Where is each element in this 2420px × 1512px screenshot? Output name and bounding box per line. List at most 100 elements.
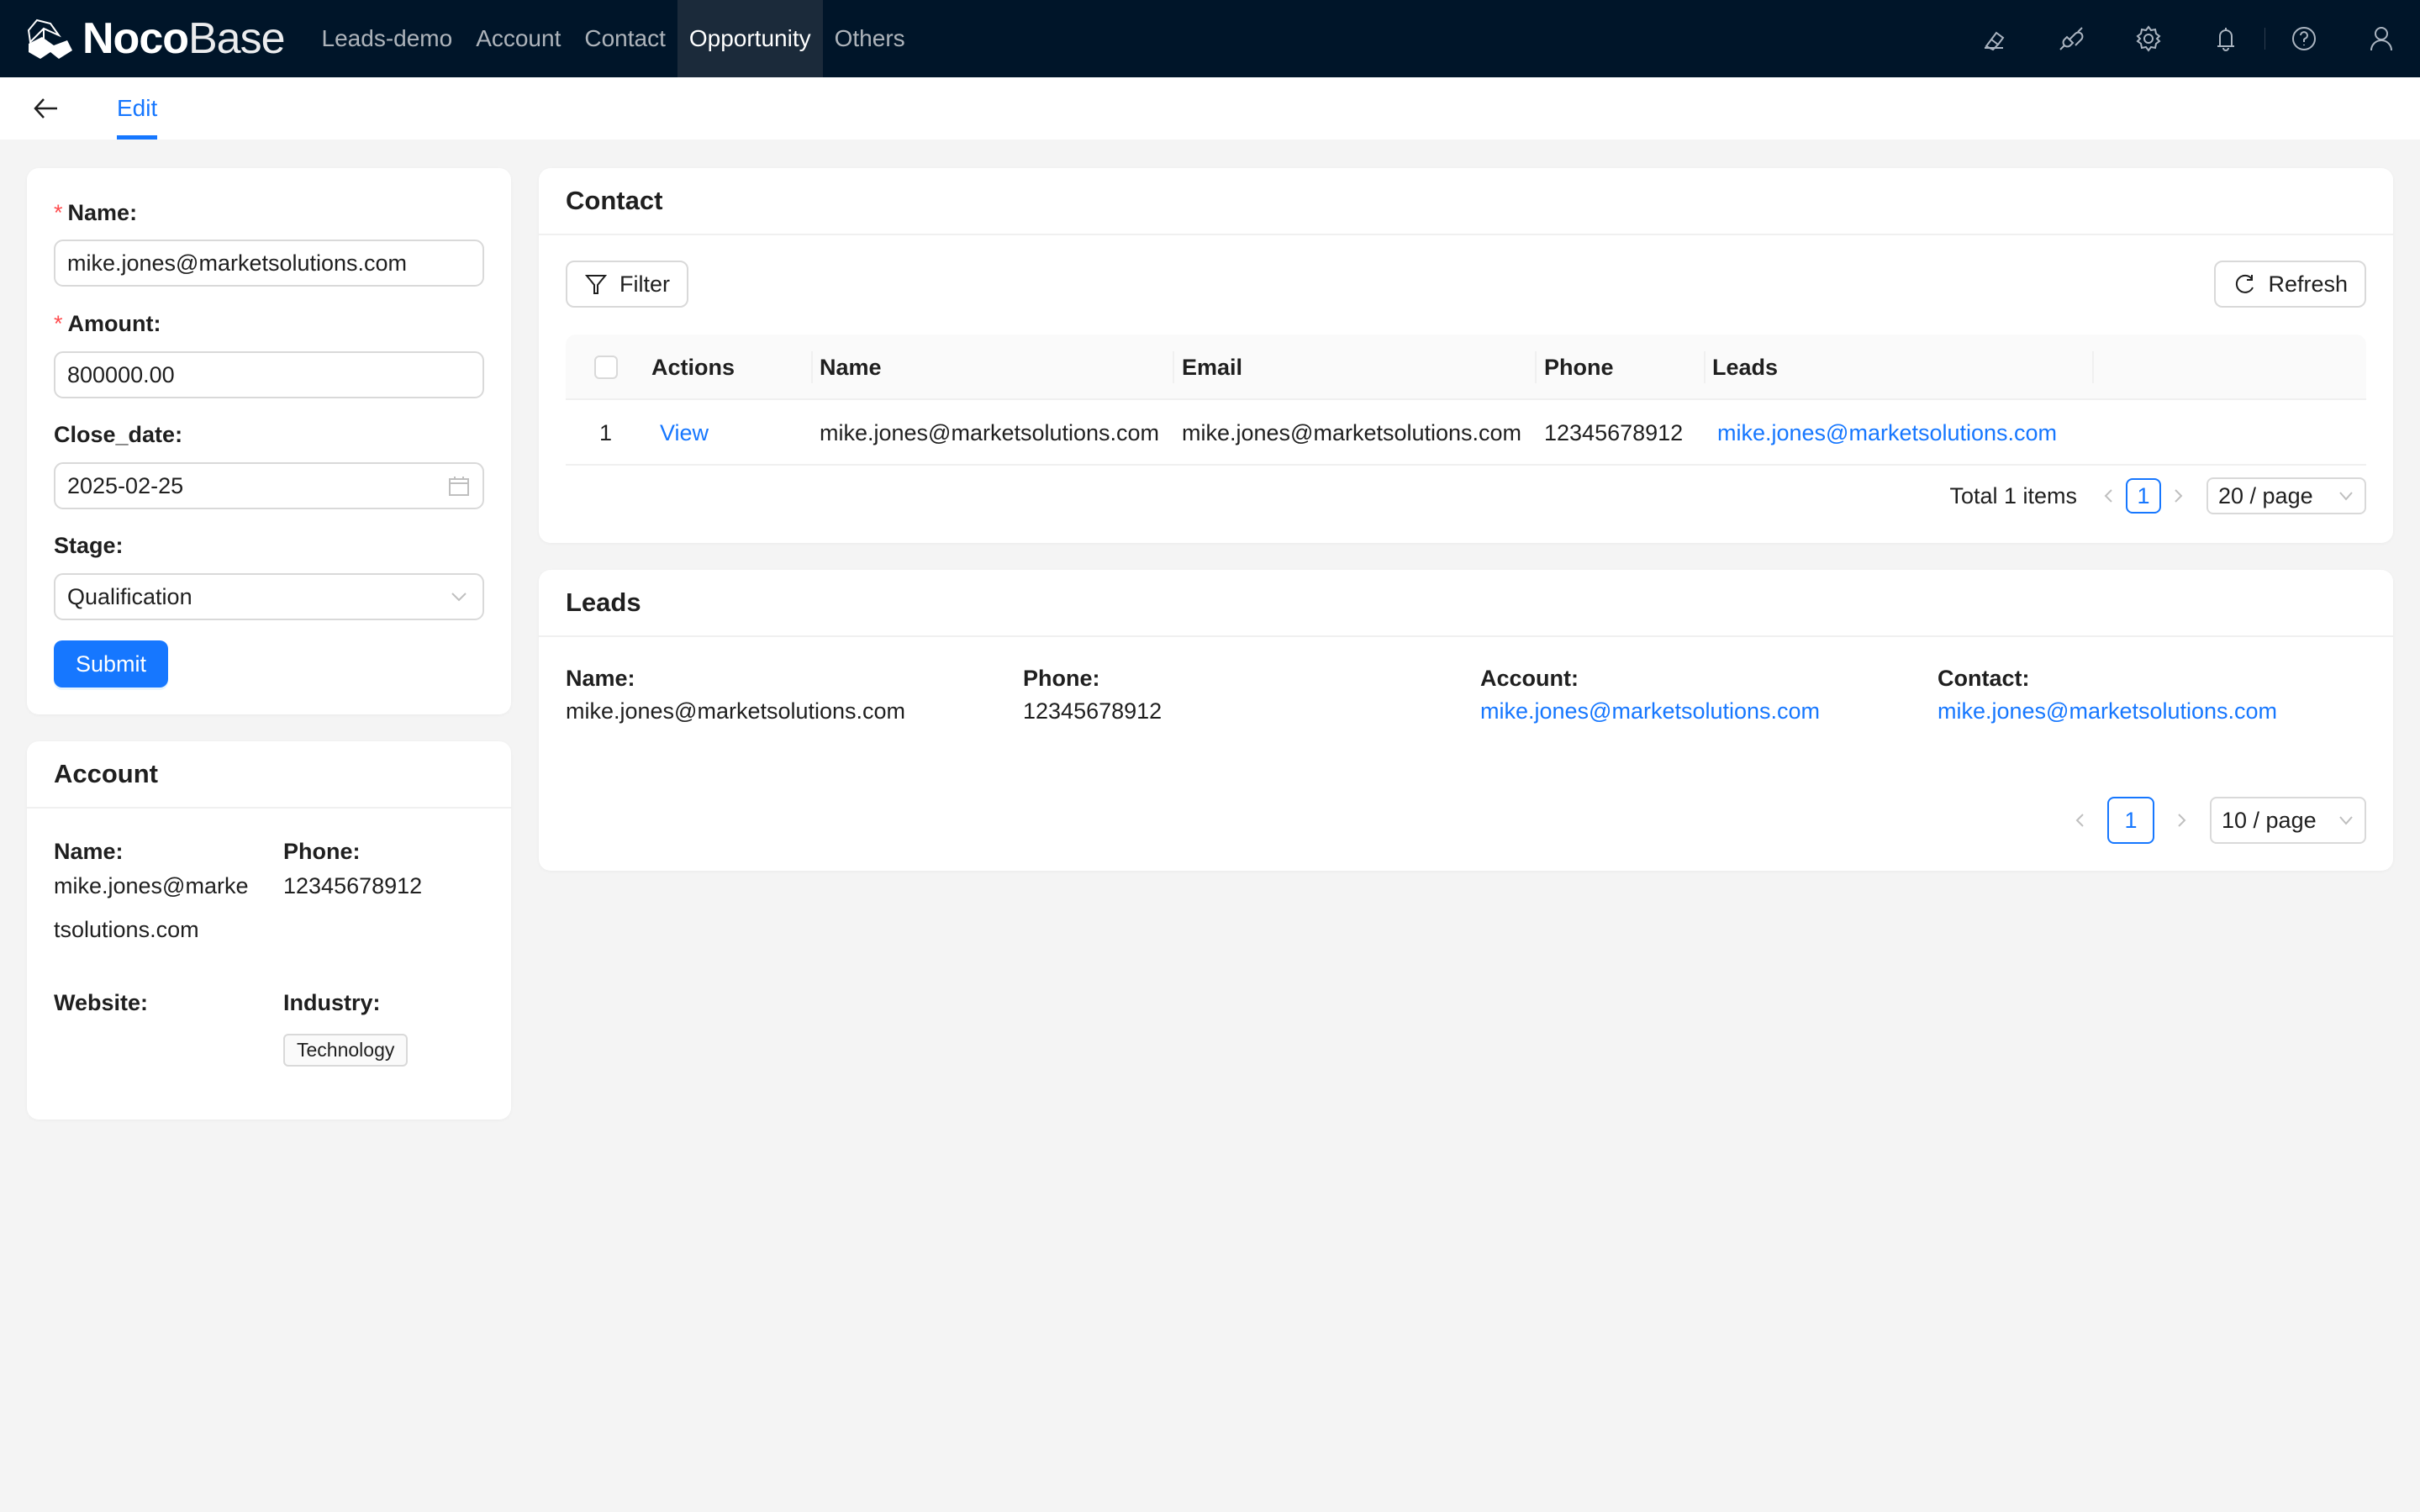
leads-name-label: Name: bbox=[566, 666, 635, 691]
chevron-right-icon bbox=[2178, 814, 2186, 827]
stage-label: Stage: bbox=[54, 533, 124, 558]
menu-item-account[interactable]: Account bbox=[464, 0, 572, 77]
user-button[interactable] bbox=[2343, 0, 2420, 77]
plugin-icon bbox=[2059, 27, 2084, 50]
leads-account-label: Account: bbox=[1480, 666, 1579, 691]
next-page-button[interactable] bbox=[2164, 802, 2198, 839]
name-input[interactable]: mike.jones@marketsolutions.com bbox=[54, 240, 484, 287]
tab-edit[interactable]: Edit bbox=[117, 77, 158, 140]
prev-page-button[interactable] bbox=[2092, 477, 2126, 514]
menu-item-leads-demo[interactable]: Leads-demo bbox=[310, 0, 465, 77]
next-page-button[interactable] bbox=[2161, 477, 2195, 514]
amount-label: * Amount: bbox=[54, 311, 161, 336]
leads-contact-link[interactable]: mike.jones@marketsolutions.com bbox=[1938, 689, 2277, 733]
chevron-down-icon bbox=[447, 585, 471, 614]
column-header-phone[interactable]: Phone bbox=[1544, 335, 1614, 400]
calendar-icon bbox=[447, 474, 471, 503]
cell-leads-link[interactable]: mike.jones@marketsolutions.com bbox=[1717, 400, 2057, 466]
theme-icon bbox=[1985, 31, 2005, 51]
close-date-picker[interactable]: 2025-02-25 bbox=[54, 462, 484, 509]
logo-icon bbox=[27, 18, 72, 59]
settings-icon bbox=[2136, 25, 2161, 52]
leads-card: Leads Name: mike.jones@marketsolutions.c… bbox=[539, 570, 2393, 871]
chevron-right-icon bbox=[2175, 489, 2183, 503]
help-button[interactable] bbox=[2265, 0, 2343, 77]
chevron-left-icon bbox=[2104, 489, 2112, 503]
select-all-checkbox[interactable] bbox=[594, 356, 618, 379]
chevron-down-icon bbox=[2339, 816, 2353, 825]
column-header-email[interactable]: Email bbox=[1182, 335, 1242, 400]
pagination-total: Total 1 items bbox=[1949, 482, 2077, 508]
refresh-button[interactable]: Refresh bbox=[2214, 261, 2366, 308]
user-icon bbox=[2370, 27, 2392, 51]
contact-pagination: Total 1 items 1 20 / page bbox=[1949, 477, 2366, 514]
logo[interactable]: Noco Base bbox=[25, 0, 286, 77]
menu-item-opportunity[interactable]: Opportunity bbox=[677, 0, 823, 77]
contact-table: Actions Name Email Phone Leads 1 View mi… bbox=[566, 335, 2366, 466]
menu-item-others[interactable]: Others bbox=[823, 0, 917, 77]
leads-title: Leads bbox=[539, 570, 2393, 637]
column-divider bbox=[1704, 351, 1706, 383]
filter-icon bbox=[584, 275, 608, 294]
contact-card: Contact Filter Refresh Actions Name Emai… bbox=[539, 168, 2393, 543]
leads-phone-value: 12345678912 bbox=[1023, 698, 1163, 724]
theme-button[interactable] bbox=[1955, 0, 2032, 77]
page-size-select[interactable]: 10 / page bbox=[2210, 797, 2366, 844]
account-phone-label: Phone: bbox=[283, 839, 361, 864]
chevron-down-icon bbox=[2339, 492, 2353, 501]
prev-page-button[interactable] bbox=[2064, 802, 2097, 839]
amount-input[interactable]: 800000.00 bbox=[54, 351, 484, 398]
cell-phone: 12345678912 bbox=[1544, 419, 1684, 445]
column-divider bbox=[1535, 351, 1537, 383]
industry-tag: Technology bbox=[283, 1034, 409, 1067]
help-icon bbox=[2292, 27, 2316, 50]
cell-email: mike.jones@marketsolutions.com bbox=[1182, 419, 1522, 445]
page-size-select[interactable]: 20 / page bbox=[2206, 477, 2366, 514]
menu-item-contact[interactable]: Contact bbox=[572, 0, 677, 77]
column-header-name[interactable]: Name bbox=[820, 335, 882, 400]
row-index: 1 bbox=[599, 419, 613, 445]
table-header: Actions Name Email Phone Leads bbox=[566, 335, 2366, 400]
page-header: Edit bbox=[0, 77, 2420, 140]
plugin-button[interactable] bbox=[2032, 0, 2110, 77]
stage-select[interactable]: Qualification bbox=[54, 573, 484, 620]
leads-phone-label: Phone: bbox=[1023, 666, 1100, 691]
leads-contact-label: Contact: bbox=[1938, 666, 2030, 691]
submit-button[interactable]: Submit bbox=[54, 640, 168, 688]
account-name-value: mike.jones@marke tsolutions.com bbox=[54, 873, 249, 942]
table-row: 1 View mike.jones@marketsolutions.com mi… bbox=[566, 400, 2366, 466]
top-nav: Noco Base Leads-demo Account Contact Opp… bbox=[0, 0, 2420, 77]
column-divider bbox=[1173, 351, 1174, 383]
chevron-left-icon bbox=[2075, 814, 2084, 827]
name-input-value: mike.jones@marketsolutions.com bbox=[67, 250, 408, 276]
logo-text-light: Base bbox=[188, 14, 286, 63]
close-date-value: 2025-02-25 bbox=[67, 472, 184, 498]
name-label: * Name: bbox=[54, 200, 138, 225]
leads-name-value: mike.jones@marketsolutions.com bbox=[566, 698, 906, 724]
account-card: Account Name: mike.jones@marke tsolution… bbox=[27, 741, 511, 1120]
contact-title: Contact bbox=[539, 168, 2393, 235]
column-header-actions: Actions bbox=[651, 354, 735, 380]
column-divider bbox=[811, 351, 813, 383]
settings-button[interactable] bbox=[2110, 0, 2187, 77]
account-industry-label: Industry: bbox=[283, 990, 381, 1015]
notifications-button[interactable] bbox=[2187, 0, 2264, 77]
arrow-left-icon bbox=[34, 98, 57, 119]
stage-select-value: Qualification bbox=[67, 583, 192, 609]
top-toolbar bbox=[1955, 0, 2420, 77]
account-name-label: Name: bbox=[54, 839, 124, 864]
page-1-button[interactable]: 1 bbox=[2126, 478, 2161, 514]
view-link[interactable]: View bbox=[660, 400, 709, 466]
page-1-button[interactable]: 1 bbox=[2107, 797, 2154, 844]
leads-pagination: 1 10 / page bbox=[2064, 797, 2366, 844]
close-date-label: Close_date: bbox=[54, 422, 183, 447]
account-website-label: Website: bbox=[54, 990, 149, 1015]
filter-button[interactable]: Filter bbox=[566, 261, 688, 308]
account-title: Account bbox=[27, 741, 511, 809]
refresh-icon bbox=[2236, 274, 2254, 293]
logo-text-bold: Noco bbox=[82, 14, 189, 63]
leads-account-link[interactable]: mike.jones@marketsolutions.com bbox=[1480, 689, 1820, 733]
column-header-leads[interactable]: Leads bbox=[1712, 335, 1778, 400]
amount-input-value: 800000.00 bbox=[67, 361, 175, 387]
back-button[interactable] bbox=[32, 94, 66, 128]
